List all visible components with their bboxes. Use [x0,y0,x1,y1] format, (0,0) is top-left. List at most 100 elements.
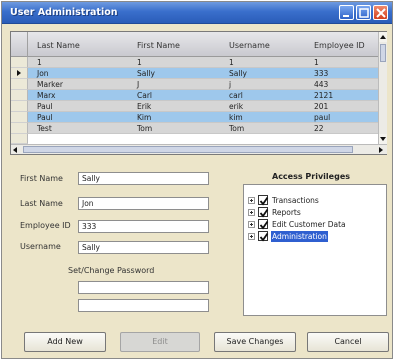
cell-username: Sally [229,69,247,78]
edit-button[interactable]: Edit [120,332,200,352]
cell-employee-id: 1 [314,58,319,67]
table-row-selected[interactable]: Jon Sally Sally 333 [28,68,378,79]
maximize-icon [359,8,369,18]
checkbox-edit-customer-data[interactable] [258,219,269,230]
cell-employee-id: 2121 [314,91,334,100]
row-header[interactable] [11,79,28,90]
checkmark-icon [259,208,269,218]
password-label: Set/Change Password [68,266,155,275]
first-name-label: First Name [20,174,63,183]
cell-first-name: 1 [137,58,142,67]
cell-last-name: Marker [37,80,63,89]
h-scroll-thumb[interactable] [23,146,353,153]
arrow-up-icon [380,35,386,39]
cell-last-name: 1 [37,58,42,67]
tree-item-label: Edit Customer Data [272,220,346,229]
employee-id-label: Employee ID [20,221,71,230]
column-header-username[interactable]: Username [229,32,270,57]
column-header-employee-id[interactable]: Employee ID [314,32,365,57]
table-row[interactable]: Paul Erik erik 201 [28,101,378,112]
current-row-arrow-icon [17,70,21,76]
tree-item-label-selected: Administration [271,231,328,242]
new-row[interactable] [28,134,378,144]
cell-first-name: J [137,80,140,89]
checkmark-icon [259,196,269,206]
arrow-left-icon[interactable] [13,147,17,153]
access-privileges-title: Access Privileges [272,172,350,181]
row-header[interactable] [11,101,28,112]
access-privileges-tree[interactable]: Transactions Reports Edit Customer Data … [243,184,387,316]
add-new-button[interactable]: Add New [24,332,106,352]
user-admin-window: User Administration Last Name First Name… [1,1,393,359]
cancel-button[interactable]: Cancel [307,332,389,352]
grid-header: Last Name First Name Username Employee I… [11,32,378,57]
checkmark-icon [259,232,269,242]
cell-first-name: Tom [137,124,153,133]
checkbox-administration[interactable] [258,231,269,242]
close-icon [376,8,386,18]
row-header[interactable] [11,90,28,101]
cell-first-name: Erik [137,102,152,111]
cell-last-name: Jon [37,69,49,78]
table-row[interactable]: 1 1 1 1 [28,57,378,68]
cell-username: Tom [229,124,245,133]
cell-username: erik [229,102,244,111]
expand-icon[interactable] [248,197,255,204]
column-header-last-name[interactable]: Last Name [37,32,80,57]
cell-employee-id: 333 [314,69,329,78]
cell-last-name: Paul [37,113,53,122]
table-row[interactable]: Marx Carl carl 2121 [28,90,378,101]
table-row[interactable]: Marker J j 443 [28,79,378,90]
first-name-input[interactable]: Sally [78,172,209,185]
arrow-right-icon[interactable] [379,147,383,153]
grid-horizontal-scrollbar[interactable] [11,144,387,154]
scroll-thumb[interactable] [380,44,386,62]
expand-icon[interactable] [248,233,255,240]
tree-item-label: Reports [272,208,301,217]
expand-icon[interactable] [248,209,255,216]
column-header-first-name[interactable]: First Name [137,32,180,57]
checkbox-transactions[interactable] [258,195,269,206]
title-bar[interactable]: User Administration [2,2,392,24]
scroll-down-button[interactable] [379,134,387,144]
username-input[interactable]: Sally [78,241,209,254]
maximize-button[interactable] [356,5,371,20]
minimize-button[interactable] [339,5,354,20]
row-header[interactable] [11,57,28,68]
row-header[interactable] [11,123,28,134]
cell-last-name: Test [37,124,52,133]
cell-employee-id: paul [314,113,331,122]
password-input[interactable] [78,281,209,294]
users-grid[interactable]: Last Name First Name Username Employee I… [10,31,387,155]
cell-last-name: Marx [37,91,56,100]
tree-item-label: Transactions [272,196,319,205]
table-row[interactable]: Paul Kim kim paul [28,112,378,123]
arrow-down-icon [380,137,386,141]
checkmark-icon [259,220,269,230]
scroll-up-button[interactable] [379,32,387,42]
row-header-current[interactable] [11,68,28,79]
grid-corner [11,32,28,57]
row-header[interactable] [11,112,28,123]
username-label: Username [20,242,61,251]
cell-last-name: Paul [37,102,53,111]
grid-vertical-scrollbar[interactable] [378,32,387,144]
cell-username: 1 [229,58,234,67]
row-header[interactable] [11,134,28,144]
window-title: User Administration [10,7,118,18]
cell-username: carl [229,91,243,100]
cell-first-name: Carl [137,91,152,100]
minimize-icon [343,15,349,17]
checkbox-reports[interactable] [258,207,269,218]
employee-id-input[interactable]: 333 [78,220,209,233]
table-row[interactable]: Test Tom Tom 22 [28,123,378,134]
cell-first-name: Kim [137,113,152,122]
close-button[interactable] [373,5,388,20]
cell-username: kim [229,113,243,122]
expand-icon[interactable] [248,221,255,228]
save-changes-button[interactable]: Save Changes [214,332,296,352]
cell-employee-id: 443 [314,80,329,89]
confirm-password-input[interactable] [78,299,209,312]
last-name-input[interactable]: Jon [78,197,209,210]
cell-employee-id: 22 [314,124,324,133]
